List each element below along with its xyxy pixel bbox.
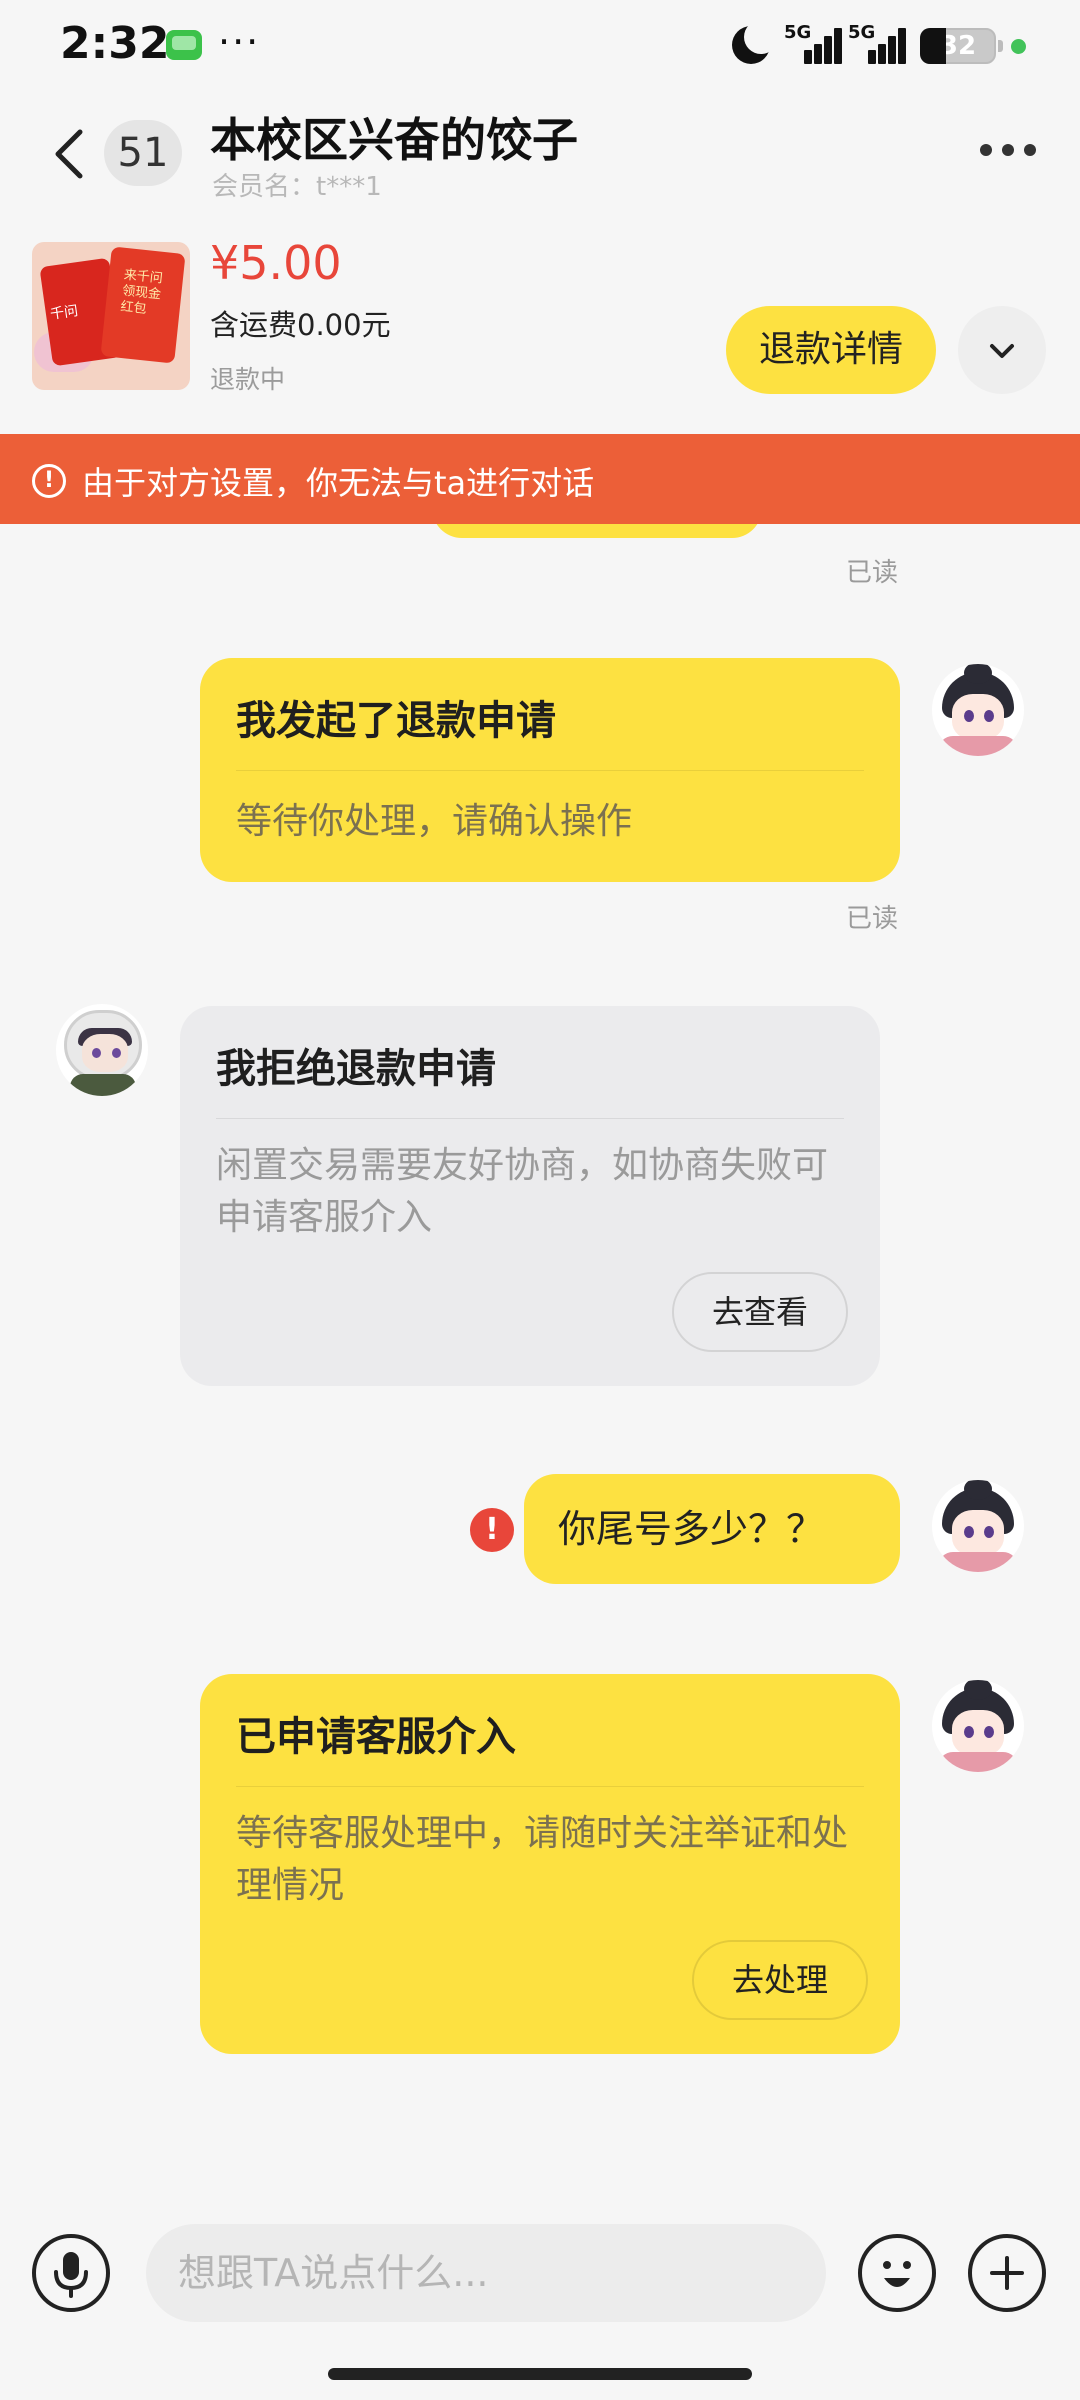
- chat-title: 本校区兴奋的饺子: [210, 113, 578, 167]
- read-receipt: 已读: [846, 904, 899, 934]
- battery-tip: [998, 40, 1003, 52]
- product-image-caption: 来千问领现金红包: [119, 267, 164, 318]
- more-dot: [1002, 144, 1014, 156]
- status-more-icon: ···: [218, 20, 261, 64]
- card-title: 我发起了退款申请: [236, 698, 556, 744]
- card-title: 已申请客服介入: [236, 1714, 516, 1760]
- card-divider: [236, 1786, 864, 1787]
- card-title: 我拒绝退款申请: [216, 1046, 496, 1092]
- chevron-left-icon: [55, 129, 83, 179]
- do-not-disturb-icon: [732, 20, 778, 64]
- refund-request-card[interactable]: 我发起了退款申请 等待你处理，请确认操作: [200, 658, 900, 882]
- handle-button[interactable]: 去处理: [692, 1940, 868, 2020]
- plus-icon: [990, 2256, 1024, 2290]
- service-intervention-card[interactable]: 已申请客服介入 等待客服处理中，请随时关注举证和处理情况 去处理: [200, 1674, 900, 2054]
- signal-icon: 5G: [784, 22, 844, 64]
- home-indicator[interactable]: [328, 2368, 752, 2380]
- warning-icon: !: [32, 464, 66, 498]
- privacy-indicator-dot: [1011, 39, 1026, 54]
- signal-icon: 5G: [848, 22, 908, 64]
- voice-input-button[interactable]: [32, 2234, 110, 2312]
- messages-app-icon: [166, 30, 202, 60]
- refund-refused-card[interactable]: 我拒绝退款申请 闲置交易需要友好协商，如协商失败可申请客服介入 去查看: [180, 1006, 880, 1386]
- more-dot: [1024, 144, 1036, 156]
- unread-count-badge: 51: [104, 120, 182, 186]
- view-button[interactable]: 去查看: [672, 1272, 848, 1352]
- microphone-icon: [54, 2252, 88, 2298]
- product-image[interactable]: 千问 来千问领现金红包: [32, 242, 190, 390]
- card-divider: [216, 1118, 844, 1119]
- product-price: ¥5.00: [210, 236, 342, 290]
- card-body: 闲置交易需要友好协商，如协商失败可申请客服介入: [216, 1145, 829, 1238]
- send-failed-icon[interactable]: !: [470, 1508, 514, 1552]
- shipping-fee: 含运费0.00元: [210, 308, 391, 342]
- refund-status: 退款中: [210, 365, 286, 394]
- network-type-label: 5G: [848, 22, 876, 43]
- seller-avatar[interactable]: [56, 1004, 148, 1096]
- read-receipt: 已读: [846, 558, 899, 588]
- message-input[interactable]: [146, 2224, 826, 2322]
- my-avatar[interactable]: [932, 1680, 1024, 1772]
- chevron-down-icon: [990, 344, 1014, 358]
- card-body: 等待客服处理中，请随时关注举证和处理情况: [236, 1813, 849, 1906]
- more-dot: [980, 144, 992, 156]
- emoji-icon: [883, 2261, 911, 2287]
- product-image-brand: 千问: [49, 303, 80, 323]
- my-avatar[interactable]: [932, 664, 1024, 756]
- status-time: 2:32: [60, 18, 170, 69]
- card-body: 等待你处理，请确认操作: [236, 801, 633, 842]
- battery-fill: [920, 28, 946, 64]
- member-name: 会员名：t***1: [212, 172, 382, 202]
- refund-detail-button[interactable]: 退款详情: [726, 306, 936, 394]
- back-button[interactable]: [44, 118, 104, 188]
- expand-button[interactable]: [958, 306, 1046, 394]
- chat-blocked-text: 由于对方设置，你无法与ta进行对话: [82, 464, 595, 502]
- my-avatar[interactable]: [932, 1480, 1024, 1572]
- text-message-bubble[interactable]: 你尾号多少？？: [524, 1474, 900, 1584]
- network-type-label: 5G: [784, 22, 812, 43]
- add-attachment-button[interactable]: [968, 2234, 1046, 2312]
- emoji-button[interactable]: [858, 2234, 936, 2312]
- card-divider: [236, 770, 864, 771]
- more-options-button[interactable]: [976, 140, 1040, 160]
